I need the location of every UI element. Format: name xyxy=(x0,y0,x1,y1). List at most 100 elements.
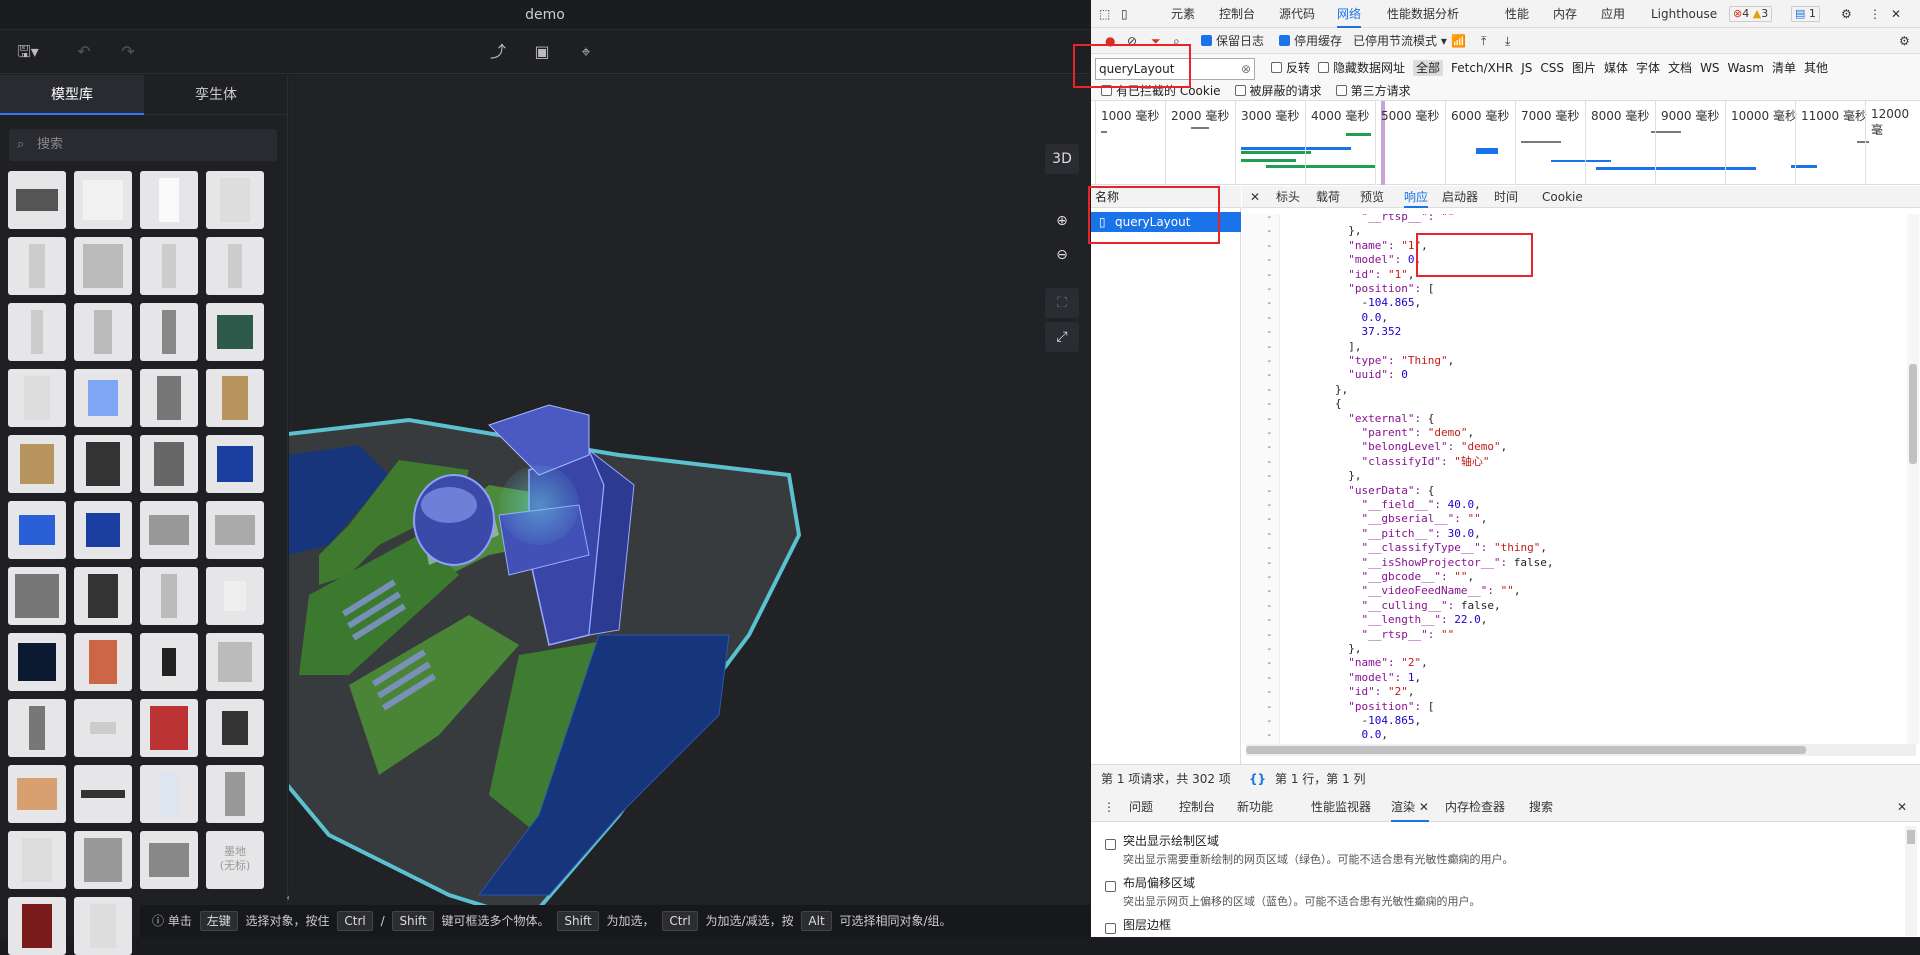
filter-option[interactable]: 图片 xyxy=(1572,61,1596,75)
network-conditions-icon[interactable]: 📶 xyxy=(1451,28,1466,56)
close-drawer-icon[interactable]: ✕ xyxy=(1897,792,1907,822)
model-thumbnail[interactable] xyxy=(140,765,198,823)
tab-performance-insights[interactable]: 性能数据分析 xyxy=(1387,0,1459,28)
model-thumbnail[interactable] xyxy=(206,699,264,757)
image-tool-icon[interactable]: ▣ xyxy=(530,40,554,64)
model-thumbnail[interactable] xyxy=(140,501,198,559)
model-thumbnail[interactable] xyxy=(8,435,66,493)
model-thumbnail[interactable] xyxy=(8,237,66,295)
model-thumbnail[interactable] xyxy=(8,303,66,361)
model-thumbnail[interactable] xyxy=(8,831,66,889)
model-thumbnail[interactable] xyxy=(140,369,198,427)
drawer-tab[interactable]: 性能监视器 xyxy=(1311,792,1371,822)
tab-model-library[interactable]: 模型库 xyxy=(0,75,144,115)
disable-cache-checkbox[interactable]: 停用缓存 xyxy=(1279,28,1342,56)
close-detail-icon[interactable]: ✕ xyxy=(1250,186,1260,208)
model-thumbnail[interactable] xyxy=(206,633,264,691)
filter-option[interactable]: 媒体 xyxy=(1604,61,1628,75)
model-thumbnail[interactable]: 墨地 (无标) xyxy=(206,831,264,889)
tab-network[interactable]: 网络 xyxy=(1337,0,1362,28)
option-checkbox[interactable] xyxy=(1105,881,1116,892)
detail-tab[interactable]: 载荷 xyxy=(1316,186,1340,208)
model-thumbnail[interactable] xyxy=(8,567,66,625)
drawer-tab[interactable]: 新功能 xyxy=(1237,792,1273,822)
model-thumbnail[interactable] xyxy=(206,171,264,229)
model-thumbnail[interactable] xyxy=(206,435,264,493)
clear-filter-icon[interactable]: ⊗ xyxy=(1241,59,1251,79)
view-mode-toggle[interactable]: 3D xyxy=(1045,144,1079,174)
tab-performance[interactable]: 性能 xyxy=(1505,0,1529,28)
drawer-tab[interactable]: 问题 xyxy=(1129,792,1153,822)
option-checkbox[interactable] xyxy=(1105,839,1116,850)
network-settings-icon[interactable]: ⚙ xyxy=(1899,28,1910,56)
tab-twins[interactable]: 孪生体 xyxy=(144,75,288,115)
export-har-icon[interactable]: ⤓ xyxy=(1505,28,1510,56)
fullscreen-icon[interactable]: ⤢ xyxy=(1045,322,1079,352)
model-thumbnail[interactable] xyxy=(74,699,132,757)
detail-tab[interactable]: Cookie xyxy=(1542,186,1583,208)
filter-option[interactable]: 隐藏数据网址 xyxy=(1318,61,1405,75)
filter-option[interactable]: 其他 xyxy=(1804,61,1828,75)
model-thumbnail[interactable] xyxy=(74,171,132,229)
rendering-option[interactable]: 突出显示绘制区域 突出显示需要重新绘制的网页区域（绿色）。可能不适合患有光敏性癫痫… xyxy=(1105,832,1514,867)
filter-option[interactable]: 文档 xyxy=(1668,61,1692,75)
model-thumbnail[interactable] xyxy=(74,237,132,295)
model-thumbnail[interactable] xyxy=(206,369,264,427)
pretty-print-icon[interactable]: {} xyxy=(1249,765,1266,793)
model-thumbnail[interactable] xyxy=(74,435,132,493)
more-menu-icon[interactable]: ⋮ xyxy=(1869,0,1881,28)
undo-icon[interactable]: ↶ xyxy=(72,40,96,64)
tab-memory[interactable]: 内存 xyxy=(1553,0,1577,28)
detail-tab[interactable]: 启动器 xyxy=(1442,186,1478,208)
zoom-in-icon[interactable]: ⊕ xyxy=(1045,206,1079,236)
model-thumbnail[interactable] xyxy=(140,171,198,229)
filter-option[interactable]: WS xyxy=(1700,61,1719,75)
close-tab-icon[interactable]: ✕ xyxy=(1415,800,1429,814)
detail-tab[interactable]: 响应 xyxy=(1404,186,1429,208)
horizontal-scrollbar[interactable] xyxy=(1246,744,1916,756)
scrollbar-thumb[interactable] xyxy=(1909,364,1917,464)
detail-tab[interactable]: 预览 xyxy=(1360,186,1384,208)
search-input[interactable]: ⌕ 搜索 xyxy=(9,129,277,161)
model-thumbnail[interactable] xyxy=(8,501,66,559)
drawer-tab[interactable]: 控制台 xyxy=(1179,792,1215,822)
model-thumbnail[interactable] xyxy=(140,237,198,295)
drawer-scrollbar[interactable] xyxy=(1905,826,1917,936)
filter-option[interactable]: 反转 xyxy=(1271,61,1310,75)
filter-option[interactable]: Fetch/XHR xyxy=(1451,61,1513,75)
model-thumbnail[interactable] xyxy=(74,567,132,625)
throttle-select[interactable]: 已停用节流模式 ▾ xyxy=(1353,28,1447,56)
detail-tab[interactable]: 时间 xyxy=(1494,186,1518,208)
model-thumbnail[interactable] xyxy=(74,897,132,955)
path-tool-icon[interactable]: ⤴ xyxy=(486,40,510,64)
model-thumbnail[interactable] xyxy=(8,171,66,229)
scrollbar-thumb[interactable] xyxy=(1246,746,1806,754)
tab-sources[interactable]: 源代码 xyxy=(1279,0,1315,28)
model-thumbnail[interactable] xyxy=(206,765,264,823)
model-thumbnail[interactable] xyxy=(8,765,66,823)
model-thumbnail[interactable] xyxy=(8,369,66,427)
model-thumbnail[interactable] xyxy=(74,501,132,559)
model-thumbnail[interactable] xyxy=(8,897,66,955)
close-devtools-icon[interactable]: ✕ xyxy=(1891,0,1901,28)
filter-option[interactable]: 全部 xyxy=(1413,60,1444,76)
model-thumbnail[interactable] xyxy=(206,237,264,295)
filter-option[interactable]: Wasm xyxy=(1728,61,1764,75)
drawer-tab[interactable]: 渲染 ✕ xyxy=(1391,792,1429,822)
model-thumbnail[interactable] xyxy=(206,567,264,625)
location-pin-icon[interactable]: ⌖ xyxy=(574,40,598,64)
model-thumbnail[interactable] xyxy=(140,633,198,691)
import-har-icon[interactable]: ⤒ xyxy=(1481,28,1486,56)
model-thumbnail[interactable] xyxy=(8,699,66,757)
model-thumbnail[interactable] xyxy=(140,831,198,889)
model-thumbnail[interactable] xyxy=(74,765,132,823)
scrollbar-thumb[interactable] xyxy=(1907,830,1915,844)
rendering-option[interactable]: 图层边框 xyxy=(1105,916,1171,934)
filter-checkbox[interactable]: 被屏蔽的请求 xyxy=(1234,84,1322,98)
response-body[interactable]: - "__rtsp__": "" - }, - "name": "1", - "mod… xyxy=(1242,214,1920,744)
vertical-scrollbar[interactable] xyxy=(1907,214,1919,744)
preserve-log-checkbox[interactable]: 保留日志 xyxy=(1201,28,1264,56)
filter-checkbox[interactable]: 第三方请求 xyxy=(1335,84,1411,98)
model-thumbnail[interactable] xyxy=(74,369,132,427)
info-count[interactable]: ▤ 1 xyxy=(1791,6,1820,22)
